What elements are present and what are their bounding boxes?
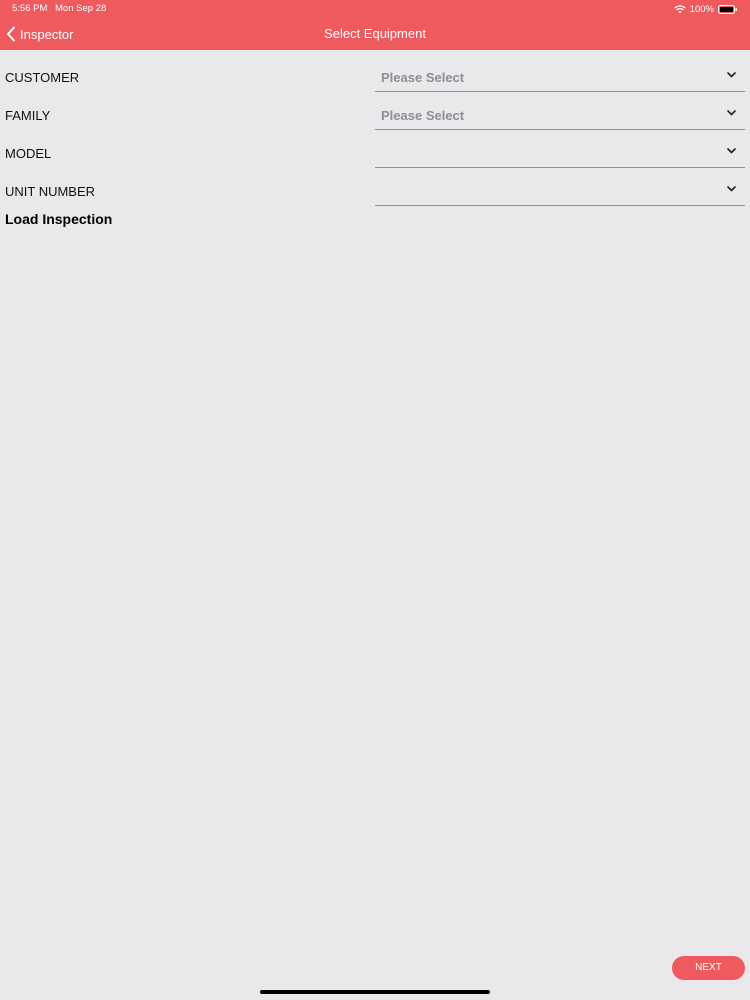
home-indicator: [260, 990, 490, 994]
model-row: MODEL: [0, 130, 750, 168]
unit-number-row: UNIT NUMBER: [0, 168, 750, 206]
unit-number-select[interactable]: [375, 174, 745, 206]
family-select[interactable]: Please Select: [375, 98, 745, 130]
customer-select-value: Please Select: [381, 70, 465, 85]
load-inspection-button[interactable]: Load Inspection: [5, 211, 112, 227]
battery-icon: [718, 4, 738, 14]
battery-percentage: 100%: [689, 3, 714, 15]
family-row: FAMILY Please Select: [0, 92, 750, 130]
page-title: Select Equipment: [324, 26, 426, 41]
wifi-icon: [674, 4, 686, 14]
customer-select[interactable]: Please Select: [375, 60, 745, 92]
family-select-value: Please Select: [381, 108, 465, 123]
chevron-down-icon: [727, 148, 736, 154]
customer-row: CUSTOMER Please Select: [0, 54, 750, 92]
chevron-down-icon: [727, 110, 736, 116]
model-select[interactable]: [375, 136, 745, 168]
status-indicators: 100%: [674, 2, 738, 16]
chevron-down-icon: [727, 72, 736, 78]
status-time: 5:56 PM: [12, 3, 48, 14]
status-date: Mon Sep 28: [55, 3, 107, 14]
chevron-down-icon: [727, 186, 736, 192]
family-label: FAMILY: [5, 108, 51, 123]
unit-number-label: UNIT NUMBER: [5, 184, 96, 199]
next-button[interactable]: NEXT: [672, 956, 745, 980]
navigation-bar: 5:56 PM Mon Sep 28 100% Inspector Select…: [0, 0, 750, 50]
model-label: MODEL: [5, 146, 52, 161]
customer-label: CUSTOMER: [5, 70, 80, 85]
